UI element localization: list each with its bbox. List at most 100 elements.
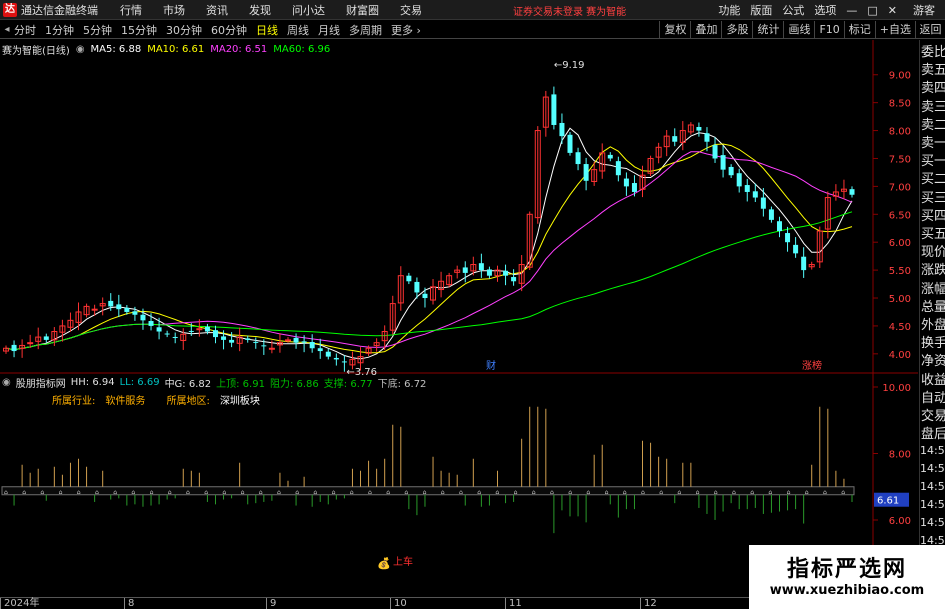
sidebar-tab[interactable]: 买五 [920, 226, 945, 244]
menu-ask[interactable]: 问小达 [292, 2, 325, 18]
candle-body [793, 244, 799, 254]
indicator-title[interactable]: 股朋指标网 [16, 375, 66, 390]
candle-body [196, 328, 203, 331]
y-tick-label: 6.00 [889, 238, 911, 249]
right-menu: 功能 版面 公式 选项 — □ ✕ 游客 [718, 0, 945, 20]
candle-body [341, 361, 347, 363]
tool-mark[interactable]: 标记 [843, 21, 875, 39]
sidebar-tab[interactable]: 外盘 [920, 317, 945, 335]
sidebar-tab[interactable]: 委比 [920, 44, 945, 62]
band-mark: ⌂ [750, 489, 754, 496]
sidebar-tab[interactable]: 涨幅 [920, 281, 945, 299]
login-status[interactable]: 证券交易未登录 赛为智能 [513, 3, 626, 18]
sidebar-tab[interactable]: 卖二 [920, 117, 945, 135]
candle-body [760, 197, 766, 209]
tool-add-favorite[interactable]: +自选 [874, 21, 915, 39]
band-mark: ⌂ [677, 489, 681, 496]
candle-body [801, 256, 807, 271]
candle-body [261, 345, 267, 347]
period-tab-active[interactable]: 日线 [256, 22, 278, 38]
band-mark: ⌂ [150, 489, 154, 496]
period-tab[interactable]: 30分钟 [166, 22, 202, 38]
sidebar-tab[interactable]: 交易 [920, 408, 945, 426]
band-mark: ⌂ [768, 489, 772, 496]
candle-body [221, 336, 227, 340]
candle-body [768, 209, 774, 220]
sidebar-tab[interactable]: 净资 [920, 353, 945, 371]
sidebar-time: 14:56 [920, 480, 945, 493]
minimize-icon[interactable]: — [846, 4, 857, 17]
sidebar-tab[interactable]: 自动 [920, 390, 945, 408]
period-tab[interactable]: 1分钟 [45, 22, 74, 38]
sidebar-tab[interactable]: 现价 [920, 244, 945, 262]
sidebar-tab[interactable]: 总量 [920, 299, 945, 317]
period-tab[interactable]: 周线 [287, 22, 309, 38]
sidebar-tab[interactable]: 涨跌 [920, 262, 945, 280]
candle-body [486, 269, 492, 276]
tool-overlay[interactable]: 叠加 [690, 21, 721, 39]
sidebar-tab[interactable]: 买一 [920, 153, 945, 171]
x-tick-label: 12 [640, 598, 657, 609]
indicator-band [1, 486, 855, 496]
indicator-bars: ⌂ ⌂ ⌂ ⌂ ⌂ ⌂ ⌂ ⌂ ⌂ ⌂ ⌂ ⌂ ⌂ ⌂ ⌂ ⌂ ⌂ ⌂ ⌂ ⌂ ⌂ ⌂ ⌂ ⌂ ⌂ ⌂ ⌂ ⌂ ⌂ ⌂ ⌂ ⌂ ⌂ ⌂ ⌂ ⌂ ⌂ ⌂ ⌂ ⌂… [1, 406, 855, 570]
menu-function[interactable]: 功能 [718, 2, 740, 18]
guest-label[interactable]: 游客 [913, 2, 935, 18]
main-y-axis: 9.00 8.50 8.00 7.50 7.00 6.50 6.00 5.50 5.00 4.50… [873, 71, 911, 361]
period-tab[interactable]: 60分钟 [211, 22, 247, 38]
x-tick-label: 11 [505, 598, 522, 609]
sidebar-tab[interactable]: 卖一 [920, 135, 945, 153]
menu-formula[interactable]: 公式 [782, 2, 804, 18]
sidebar-tab[interactable]: 卖四 [920, 80, 945, 98]
period-tab[interactable]: 月线 [318, 22, 340, 38]
menu-options[interactable]: 选项 [814, 2, 836, 18]
menu-quotes[interactable]: 行情 [120, 2, 142, 18]
band-mark: ⌂ [40, 489, 44, 496]
period-tab[interactable]: 15分钟 [121, 22, 157, 38]
band-mark: ⌂ [514, 489, 518, 496]
nav-left-icon[interactable]: ◂ [0, 24, 14, 35]
candle-body [43, 336, 49, 340]
menu-layout[interactable]: 版面 [750, 2, 772, 18]
tool-multi-stock[interactable]: 多股 [721, 21, 752, 39]
sidebar-tab[interactable]: 买四 [920, 208, 945, 226]
candle-body [124, 307, 130, 312]
menu-wealth[interactable]: 财富圈 [346, 2, 379, 18]
candle-body [108, 300, 114, 307]
period-more[interactable]: 更多 › [391, 22, 421, 38]
close-icon[interactable]: ✕ [888, 4, 897, 17]
ind-bottom: 下底: 6.72 [377, 378, 427, 390]
tool-statistics[interactable]: 统计 [752, 21, 783, 39]
sidebar-tab[interactable]: 卖五 [920, 62, 945, 80]
chart-area[interactable]: 9.00 8.50 8.00 7.50 7.00 6.50 6.00 5.50 5.00 4.50… [0, 40, 918, 596]
sidebar-tab[interactable]: 换手 [920, 335, 945, 353]
watermark-title: 指标严选网 [786, 557, 907, 582]
menu-market[interactable]: 市场 [163, 2, 185, 18]
period-tab[interactable]: 5分钟 [83, 22, 112, 38]
region-value: 深圳板块 [219, 396, 260, 407]
signal-label: 上车 [393, 555, 413, 568]
sidebar-tab[interactable]: 卖三 [920, 99, 945, 117]
back-button[interactable]: 返回 [915, 21, 945, 39]
tool-restore-rights[interactable]: 复权 [659, 21, 690, 39]
candle-body [631, 183, 637, 192]
candle-body [325, 351, 331, 357]
period-tab[interactable]: 多周期 [349, 22, 382, 38]
ind-hh: HH: 6.94 [70, 376, 115, 388]
sidebar-tab[interactable]: 买三 [920, 190, 945, 208]
candle-body [503, 270, 509, 276]
band-mark: ⌂ [550, 489, 554, 496]
tool-draw-line[interactable]: 画线 [783, 21, 814, 39]
sidebar-tab[interactable]: 收益 [920, 372, 945, 390]
finance-marker: 财 [486, 359, 496, 372]
sidebar-tab[interactable]: 买二 [920, 171, 945, 189]
menu-news[interactable]: 资讯 [206, 2, 228, 18]
menu-discover[interactable]: 发现 [249, 2, 271, 18]
maximize-icon[interactable]: □ [867, 4, 877, 17]
tool-f10[interactable]: F10 [814, 21, 843, 39]
industry-label: 所属行业: [52, 396, 96, 407]
period-tab[interactable]: 分时 [14, 22, 36, 38]
menu-trade[interactable]: 交易 [400, 2, 422, 18]
settings-icon[interactable]: ◉ [2, 377, 11, 388]
band-mark: ⌂ [113, 489, 117, 496]
sidebar-tab[interactable]: 盘后 [920, 426, 945, 444]
